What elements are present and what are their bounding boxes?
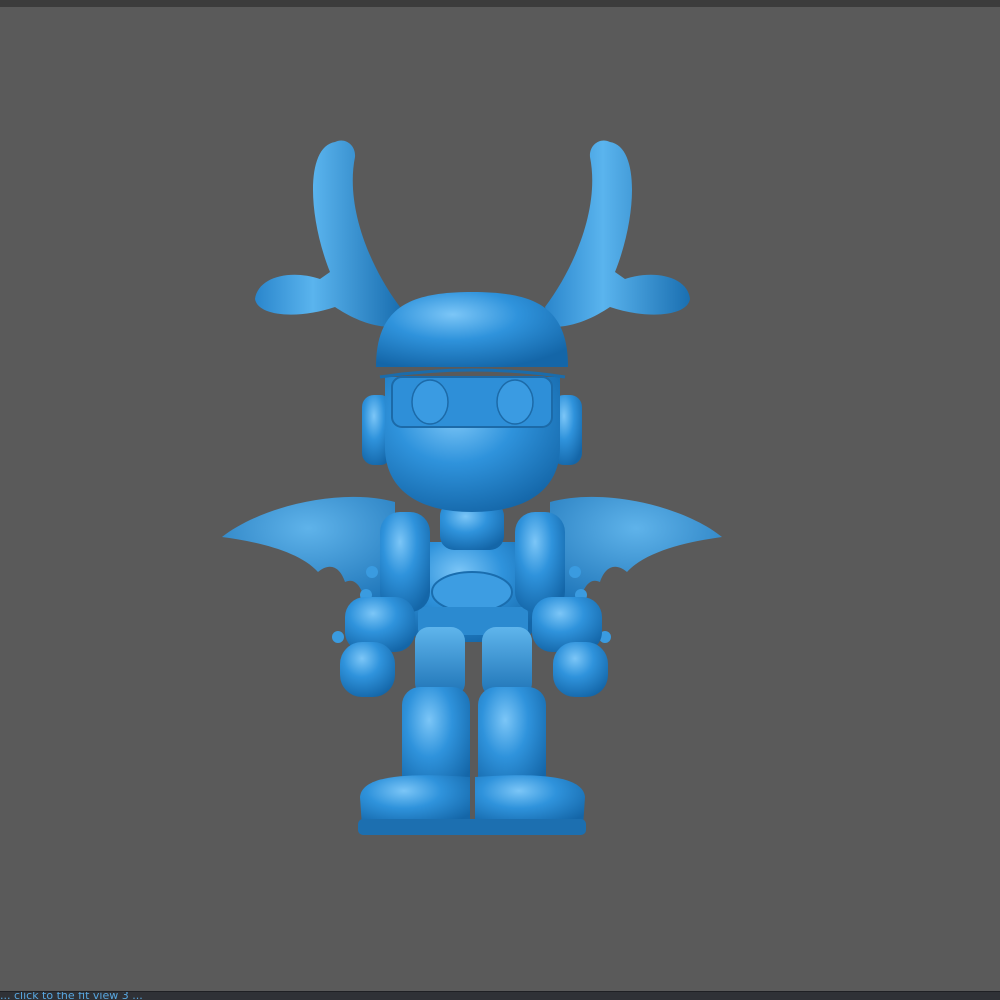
model-render[interactable] <box>0 7 1000 999</box>
head <box>362 292 582 512</box>
3d-viewport[interactable] <box>0 0 1000 992</box>
legs <box>402 627 546 797</box>
left-horn <box>255 140 400 327</box>
status-bar: ... click to the fit view 3 ... <box>0 991 1000 1000</box>
right-horn <box>545 140 690 327</box>
status-text: ... click to the fit view 3 ... <box>0 991 143 1000</box>
feet <box>358 775 586 835</box>
